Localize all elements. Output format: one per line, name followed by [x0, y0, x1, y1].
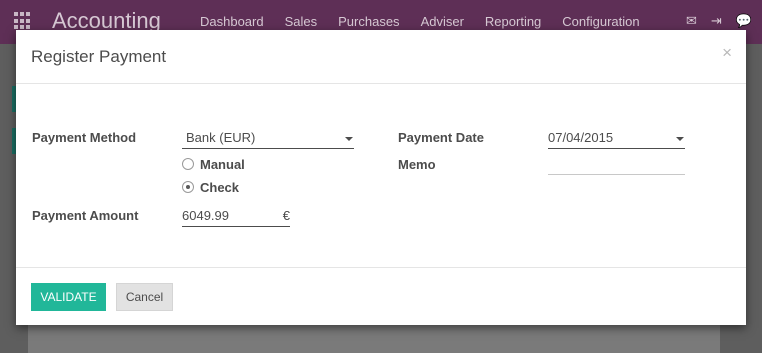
- sign-in-icon[interactable]: ⇥: [711, 13, 722, 29]
- menu-item-adviser[interactable]: Adviser: [421, 14, 464, 29]
- close-icon[interactable]: ×: [722, 43, 732, 63]
- envelope-icon[interactable]: ✉: [686, 13, 697, 29]
- payment-method-value: Bank (EUR): [186, 130, 256, 145]
- currency-symbol: €: [282, 208, 290, 223]
- payment-method-label: Payment Method: [32, 130, 137, 145]
- chevron-down-icon: [345, 137, 353, 141]
- radio-check-label: Check: [200, 180, 240, 195]
- memo-label: Memo: [398, 157, 436, 172]
- cancel-button[interactable]: Cancel: [116, 283, 173, 311]
- main-menu: Dashboard Sales Purchases Adviser Report…: [200, 14, 640, 29]
- payment-method-select[interactable]: Bank (EUR): [182, 130, 354, 149]
- menu-item-dashboard[interactable]: Dashboard: [200, 14, 264, 29]
- payment-amount-label: Payment Amount: [32, 208, 139, 223]
- payment-amount-value: 6049.99: [182, 208, 229, 223]
- menu-item-purchases[interactable]: Purchases: [338, 14, 399, 29]
- menu-item-configuration[interactable]: Configuration: [562, 14, 639, 29]
- chat-icon[interactable]: 💬: [736, 13, 752, 29]
- modal-title: Register Payment: [31, 47, 167, 66]
- payment-date-value: 07/04/2015: [548, 130, 614, 145]
- payment-date-input[interactable]: 07/04/2015: [548, 130, 685, 149]
- radio-manual-label: Manual: [200, 157, 245, 172]
- radio-manual[interactable]: [182, 158, 194, 170]
- menu-item-reporting[interactable]: Reporting: [485, 14, 541, 29]
- validate-button[interactable]: VALIDATE: [31, 283, 106, 311]
- register-payment-dialog: Register Payment × Payment Method Bank (…: [16, 30, 746, 325]
- payment-date-label: Payment Date: [398, 130, 484, 145]
- payment-amount-input[interactable]: 6049.99 €: [182, 208, 290, 227]
- memo-input[interactable]: [548, 157, 685, 175]
- modal-header: Register Payment ×: [16, 30, 746, 84]
- navbar-icons: ✉ ⇥ 💬: [686, 13, 752, 29]
- background-sheet: [28, 325, 720, 353]
- chevron-down-icon: [676, 137, 684, 141]
- apps-grid-icon[interactable]: [14, 12, 32, 30]
- menu-item-sales[interactable]: Sales: [285, 14, 318, 29]
- radio-check[interactable]: [182, 181, 194, 193]
